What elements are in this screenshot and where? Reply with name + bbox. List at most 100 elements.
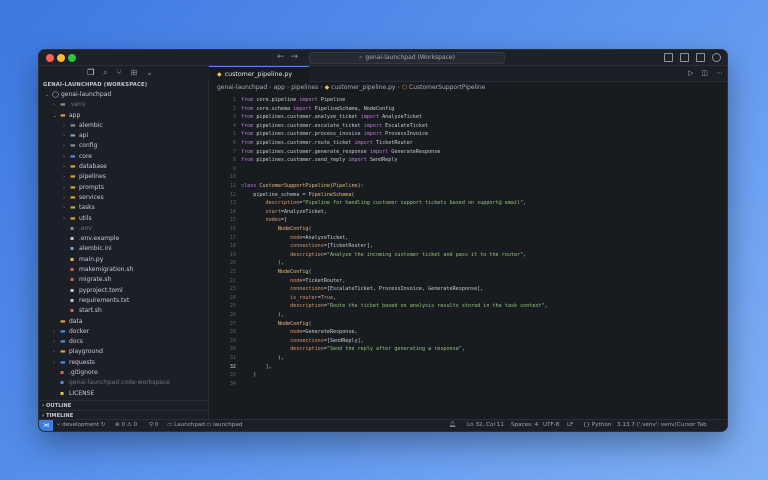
search-view-icon[interactable]: ⌕ [103, 69, 107, 77]
file-icon: ▪ [60, 379, 65, 387]
search-icon: ⌕ [359, 54, 363, 61]
folder-item[interactable]: › ▬ utils [39, 214, 208, 224]
code-token: node [290, 234, 303, 241]
code-line: 23 connections=[EscalateTicket, ProcessI… [209, 285, 727, 294]
extensions-icon[interactable]: ⊞ [130, 69, 137, 77]
folder-item[interactable]: › ▬ requests [39, 358, 208, 368]
folder-item[interactable]: › ▬ api [39, 131, 208, 141]
file-item[interactable]: ▪ main.py [39, 255, 208, 265]
folder-item[interactable]: › ▬ config [39, 141, 208, 151]
file-item[interactable]: ▪ migrate.sh [39, 275, 208, 285]
line-source: node=TicketRouter, [241, 277, 345, 286]
eol-status[interactable]: LF [567, 420, 573, 431]
file-item[interactable]: ▪ start.sh [39, 306, 208, 316]
folder-item[interactable]: › ▬ playground [39, 347, 208, 357]
encoding-status[interactable]: UTF-8 [543, 420, 559, 431]
workspace-status[interactable]: ▭ Launchpad [167, 420, 205, 431]
breadcrumb-item-file[interactable]: customer_pipeline.py [331, 84, 395, 91]
folder-item[interactable]: › ▬ .venv [39, 100, 208, 110]
folder-item[interactable]: › ▬ services [39, 193, 208, 203]
branch-status[interactable]: ⑂ development ↻ [57, 420, 106, 431]
breadcrumb-item-pipelines[interactable]: pipelines [291, 84, 318, 91]
breadcrumb-item-root[interactable]: genai-launchpad [217, 84, 267, 91]
language-name: Python [591, 422, 612, 428]
line-source: from pipelines.customer.process_invoice … [241, 130, 428, 139]
code-editor[interactable]: 1 from core.pipeline import Pipeline 2 from… [209, 94, 727, 421]
minimize-window-button[interactable] [57, 54, 65, 62]
tree-item-label: services [79, 193, 104, 201]
folder-item[interactable]: › ▬ database [39, 162, 208, 172]
file-item[interactable]: ▪ alembic.ini [39, 244, 208, 254]
outline-section[interactable]: › OUTLINE [39, 400, 209, 410]
command-center[interactable]: ⌕ genai-launchpad (Workspace) [309, 52, 505, 64]
bell-icon[interactable]: 🔔︎ [449, 420, 456, 431]
ports-status[interactable]: ⚲ 0 [149, 420, 158, 431]
file-item[interactable]: ▪ .env.example [39, 234, 208, 244]
problems-status[interactable]: ⊗ 0 ⚠ 0 [115, 420, 137, 431]
code-token: , [333, 294, 337, 301]
chevron-right-icon: › [286, 84, 290, 91]
folder-item[interactable]: ⌄ ◯ genai-launchpad [39, 90, 208, 100]
cursor-tab-status[interactable]: Cursor Tab [677, 420, 707, 431]
code-token: ): [357, 183, 364, 189]
folder-item[interactable]: › ▬ tasks [39, 203, 208, 213]
line-number: 24 [229, 294, 236, 301]
gear-icon[interactable] [712, 53, 721, 62]
file-item[interactable]: ▪ pyproject.toml [39, 286, 208, 296]
toggle-panel-icon[interactable] [680, 53, 689, 62]
folder-item[interactable]: › ▬ core [39, 152, 208, 162]
folder-item[interactable]: › ▬ docs [39, 337, 208, 347]
back-arrow-icon[interactable]: ← [277, 52, 291, 62]
chevron-right-icon: › [63, 153, 65, 160]
file-item[interactable]: ▪ .gitignore [39, 368, 208, 378]
launchpad-status[interactable]: ▭ launchpad [206, 420, 242, 431]
language-status[interactable]: {} Python [583, 420, 611, 431]
file-item[interactable]: ▪ .env [39, 224, 208, 234]
code-line: 3 from pipelines.customer.analyze_ticket … [209, 113, 727, 122]
nav-arrows: ←→ [277, 52, 304, 62]
folder-item[interactable]: ⌄ ▬ app [39, 111, 208, 121]
more-actions-icon[interactable]: ⋯ [716, 69, 723, 77]
breadcrumb-item-class[interactable]: CustomerSupportPipeline [409, 84, 485, 91]
code-token: from [241, 157, 254, 164]
maximize-window-button[interactable] [68, 54, 76, 62]
code-token: from [241, 140, 254, 146]
chevron-right-icon: › [63, 143, 65, 150]
run-icon[interactable]: ▷ [688, 69, 693, 77]
file-item[interactable]: ▪ LICENSE [39, 389, 208, 399]
folder-item[interactable]: › ▬ docker [39, 327, 208, 337]
close-window-button[interactable] [46, 54, 54, 62]
tab-customer-pipeline[interactable]: ◆ customer_pipeline.py [209, 66, 309, 82]
folder-item[interactable]: ▬ data [39, 317, 208, 327]
line-source: pipeline_schema = PipelineSchema( [241, 191, 354, 200]
file-item[interactable]: ▪ makemigration.sh [39, 265, 208, 275]
code-token: description [290, 251, 324, 258]
folder-item[interactable]: › ▬ alembic [39, 121, 208, 131]
chevron-down-icon[interactable]: ⌄ [146, 69, 153, 77]
forward-arrow-icon[interactable]: → [291, 52, 305, 62]
interpreter-status[interactable]: 3.13.7 ('.venv': venv) [617, 420, 677, 431]
tree-item-label: start.sh [79, 307, 102, 315]
source-control-icon[interactable]: ⑂ [117, 69, 122, 77]
split-editor-icon[interactable]: ◫ [701, 69, 708, 77]
toggle-sidebar-icon[interactable] [664, 53, 673, 62]
folder-item[interactable]: › ▬ pipelines [39, 172, 208, 182]
file-icon: ▪ [70, 286, 75, 294]
file-icon: ▪ [70, 266, 75, 274]
code-token: description [290, 346, 324, 353]
folder-item[interactable]: › ▬ prompts [39, 183, 208, 193]
code-line: 20 ), [209, 259, 727, 268]
cursor-position[interactable]: Ln 32, Col 11 [467, 420, 504, 431]
breadcrumb-item-app[interactable]: app [274, 84, 285, 91]
line-number: 3 [232, 114, 236, 121]
file-item[interactable]: ▪ requirements.txt [39, 296, 208, 306]
toggle-secondary-sidebar-icon[interactable] [696, 53, 705, 62]
remote-icon[interactable]: ⋊ [39, 420, 53, 431]
code-line: 8 from pipelines.customer.send_reply impo… [209, 156, 727, 165]
explorer-icon[interactable]: ❐ [87, 69, 94, 77]
file-item[interactable]: ▪ genai-launchpad.code-workspace [39, 378, 208, 388]
indentation-status[interactable]: Spaces: 4 [511, 420, 538, 431]
file-icon: ▪ [70, 307, 75, 315]
